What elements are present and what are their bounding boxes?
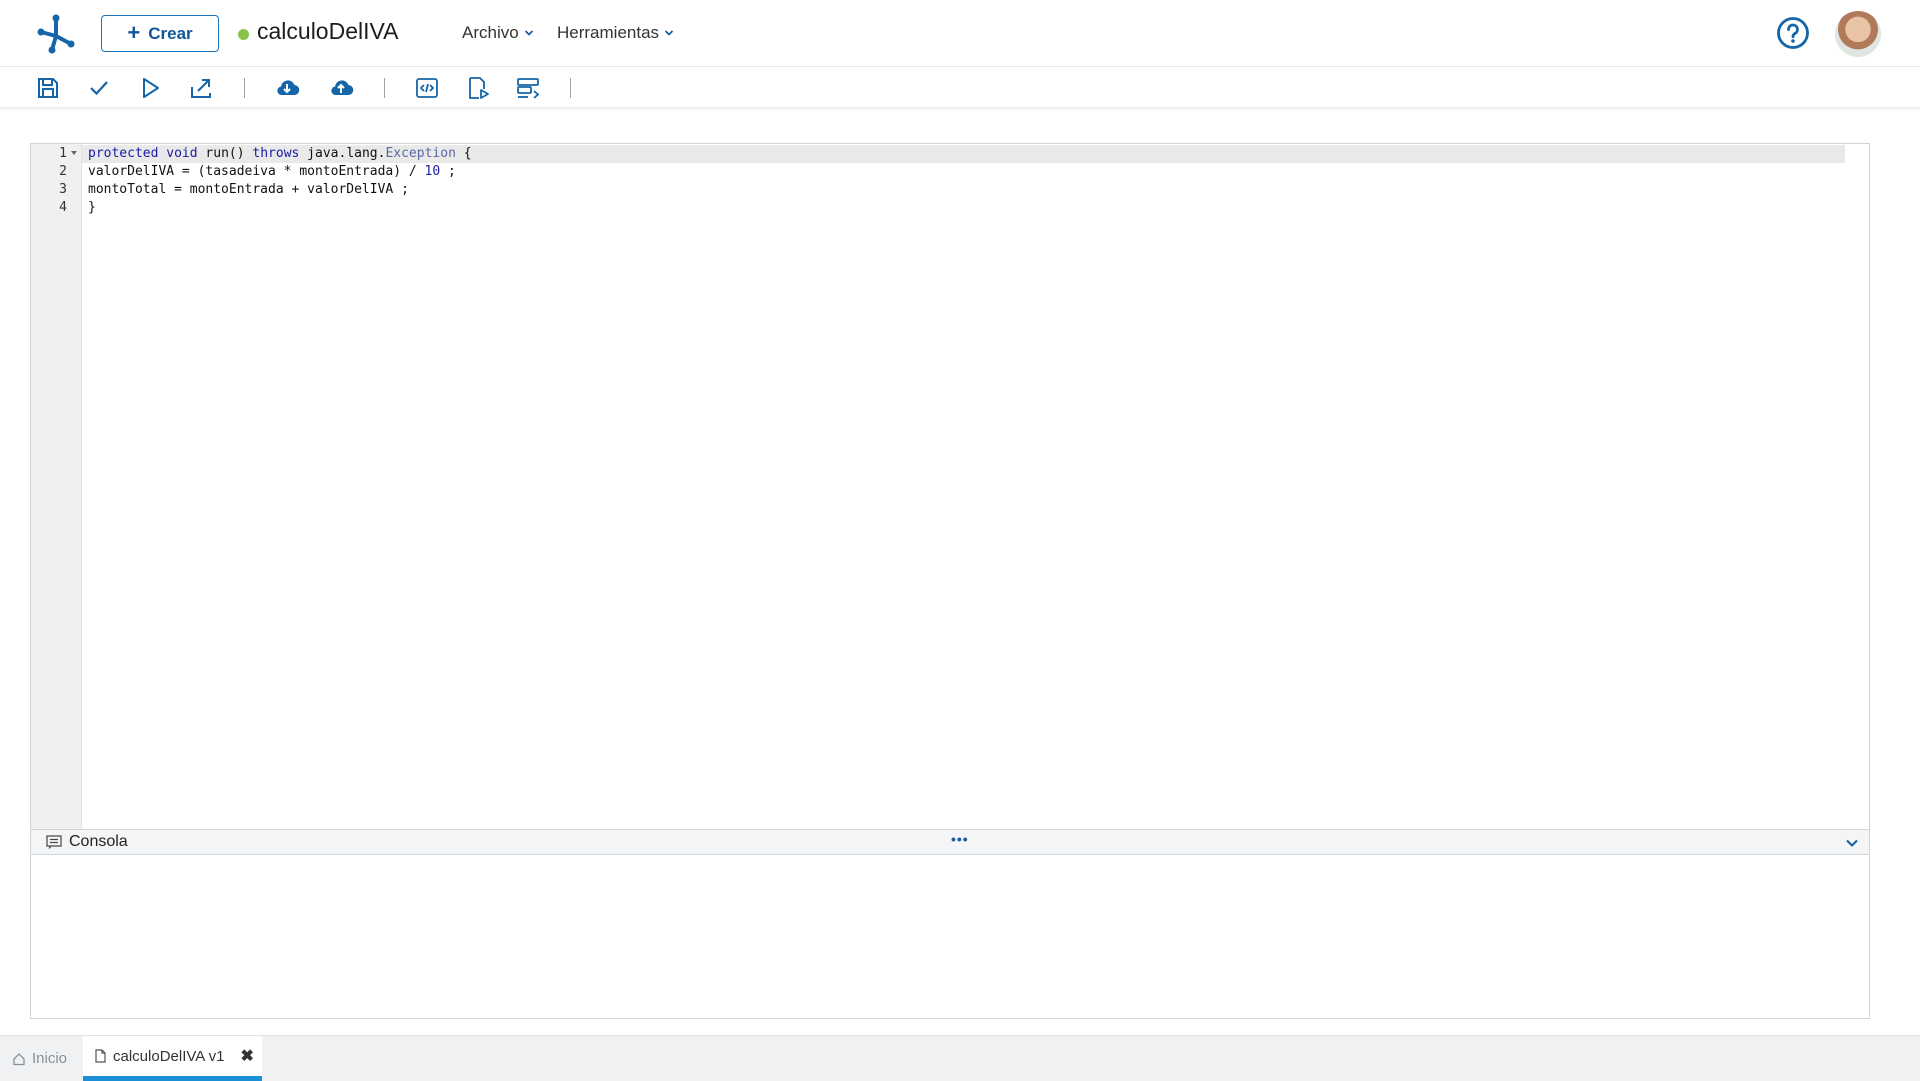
console-title: Consola <box>69 833 128 850</box>
menu-archivo-label: Archivo <box>462 23 519 42</box>
tab-inicio[interactable]: Inicio <box>12 1036 67 1081</box>
cloud-upload-icon[interactable] <box>328 75 354 101</box>
chevron-down-icon <box>524 30 533 36</box>
save-icon[interactable] <box>35 75 61 101</box>
line-number: 2 <box>59 164 67 179</box>
chevron-down-icon[interactable] <box>1845 836 1859 850</box>
code-line[interactable]: } <box>88 199 96 217</box>
line-gutter: 1 2 3 4 <box>31 144 82 829</box>
close-icon[interactable]: ✖ <box>240 1046 253 1066</box>
code-editor[interactable]: 1 2 3 4 protected void run() throws java… <box>30 143 1870 829</box>
status-dot <box>238 29 249 40</box>
console-resize-handle[interactable]: ••• <box>951 831 969 847</box>
toolbar-divider <box>244 78 245 98</box>
create-button-label: Crear <box>148 23 193 43</box>
list-format-icon[interactable] <box>515 75 541 101</box>
cloud-download-icon[interactable] <box>274 75 300 101</box>
line-number: 1 <box>59 146 67 161</box>
tab-document[interactable]: calculoDelIVA v1 ✖ <box>83 1036 262 1081</box>
line-number: 3 <box>59 182 67 197</box>
plus-icon: + <box>127 19 141 45</box>
line-number: 4 <box>59 200 67 215</box>
menu-archivo[interactable]: Archivo <box>462 23 534 43</box>
check-icon[interactable] <box>86 75 112 101</box>
export-icon[interactable] <box>188 75 214 101</box>
chevron-down-icon <box>664 30 674 36</box>
app-logo-icon[interactable] <box>36 14 76 54</box>
toolbar-divider <box>570 78 571 98</box>
code-line[interactable]: montoTotal = montoEntrada + valorDelIVA … <box>88 181 409 199</box>
document-title: calculoDelIVA <box>257 18 399 44</box>
console-icon <box>46 835 62 849</box>
console-output[interactable] <box>30 855 1870 1019</box>
document-icon <box>95 1049 106 1063</box>
menu-herramientas[interactable]: Herramientas <box>557 23 674 43</box>
tab-inicio-label: Inicio <box>32 1050 68 1067</box>
home-icon <box>13 1052 25 1065</box>
document-run-icon[interactable] <box>465 75 491 101</box>
toolbar-divider <box>384 78 385 98</box>
toolbar <box>0 67 1920 108</box>
tab-bar: Inicio calculoDelIVA v1 ✖ <box>0 1035 1920 1081</box>
code-view-icon[interactable] <box>414 75 440 101</box>
fold-arrow-icon[interactable] <box>71 151 77 155</box>
run-icon[interactable] <box>137 75 163 101</box>
help-icon[interactable] <box>1776 16 1810 50</box>
tab-document-label: calculoDelIVA v1 <box>113 1047 225 1065</box>
code-line[interactable]: protected void run() throws java.lang.Ex… <box>88 145 472 163</box>
console-header[interactable]: Consola ••• <box>30 829 1870 855</box>
menu-herramientas-label: Herramientas <box>557 23 660 42</box>
create-button[interactable]: + Crear <box>101 15 219 52</box>
top-bar: + Crear calculoDelIVA Archivo Herramient… <box>0 0 1920 67</box>
user-avatar[interactable] <box>1835 11 1881 57</box>
code-line[interactable]: valorDelIVA = (tasadeiva * montoEntrada)… <box>88 163 456 181</box>
